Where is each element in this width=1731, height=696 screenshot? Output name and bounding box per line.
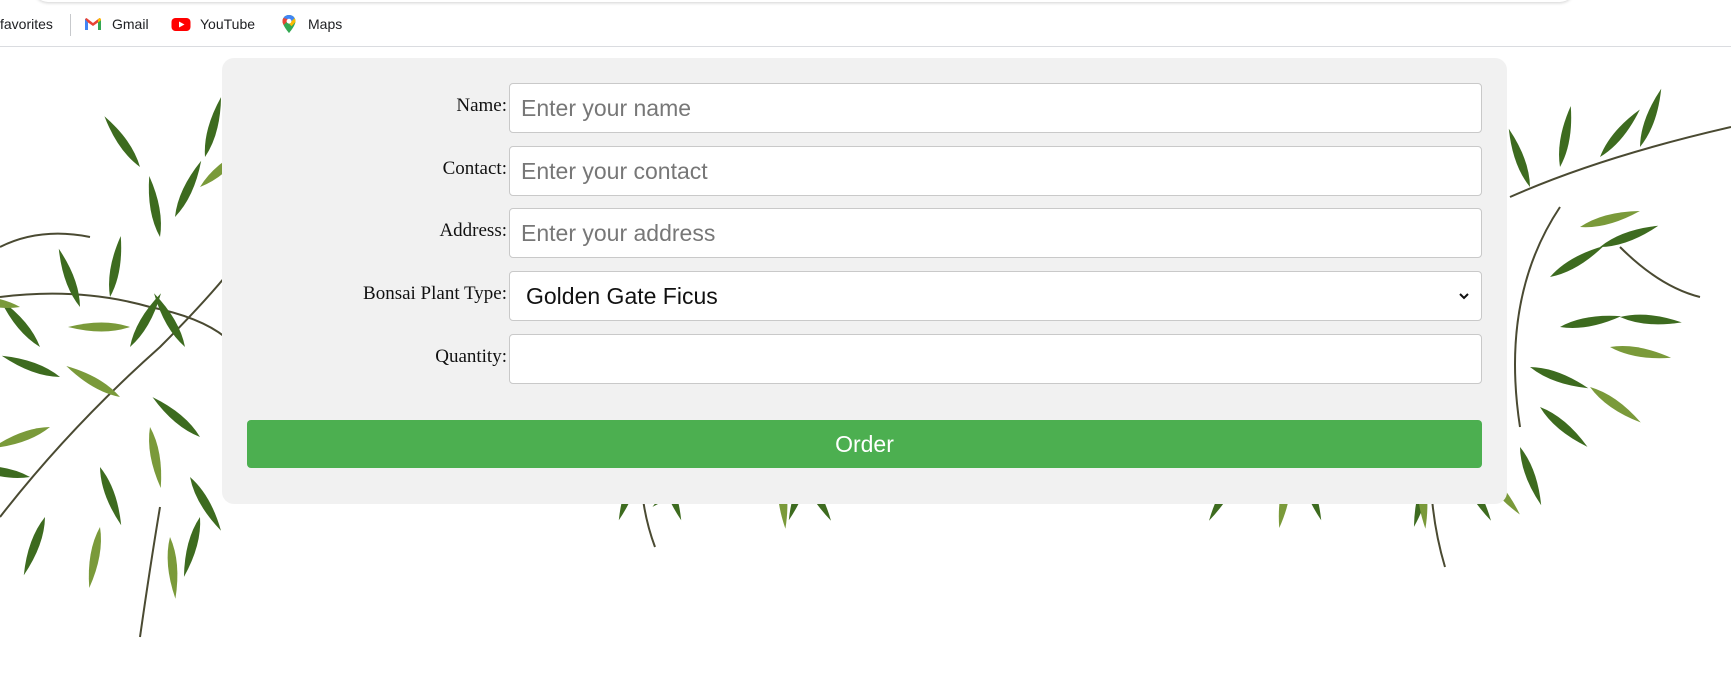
address-input[interactable] xyxy=(509,208,1482,258)
bookmark-label: YouTube xyxy=(200,16,256,32)
order-button[interactable]: Order xyxy=(247,420,1482,468)
plant-type-label: Bonsai Plant Type: xyxy=(363,283,507,304)
page-content: Name: Contact: Address: Bonsai Plant Typ… xyxy=(0,47,1731,696)
bookmark-label: Maps xyxy=(308,16,343,32)
name-label: Name: xyxy=(456,95,507,116)
maps-icon xyxy=(279,14,299,34)
plant-type-selected-value: Golden Gate Ficus xyxy=(526,282,718,309)
address-label: Address: xyxy=(439,220,507,241)
bookmark-label: favorites xyxy=(0,16,53,32)
bookmark-maps[interactable]: Maps xyxy=(279,14,342,34)
address-bar-edge xyxy=(34,0,1574,2)
contact-label: Contact: xyxy=(442,158,507,179)
order-form: Name: Contact: Address: Bonsai Plant Typ… xyxy=(222,58,1507,504)
bookmark-youtube[interactable]: YouTube xyxy=(171,14,255,34)
bookmark-gmail[interactable]: Gmail xyxy=(83,14,149,34)
quantity-label: Quantity: xyxy=(435,346,507,367)
youtube-icon xyxy=(171,14,191,34)
chevron-down-icon xyxy=(1459,293,1469,300)
plant-type-select[interactable]: Golden Gate Ficus xyxy=(509,271,1482,321)
bookmark-label: Gmail xyxy=(112,16,149,32)
quantity-input[interactable] xyxy=(509,334,1482,384)
bookmarks-bar: favorites Gmail YouTube Maps xyxy=(0,0,1731,47)
bookmark-favorites[interactable]: favorites xyxy=(0,14,53,34)
gmail-icon xyxy=(83,14,103,34)
bookmarks-separator xyxy=(70,14,71,36)
contact-input[interactable] xyxy=(509,146,1482,196)
name-input[interactable] xyxy=(509,83,1482,133)
